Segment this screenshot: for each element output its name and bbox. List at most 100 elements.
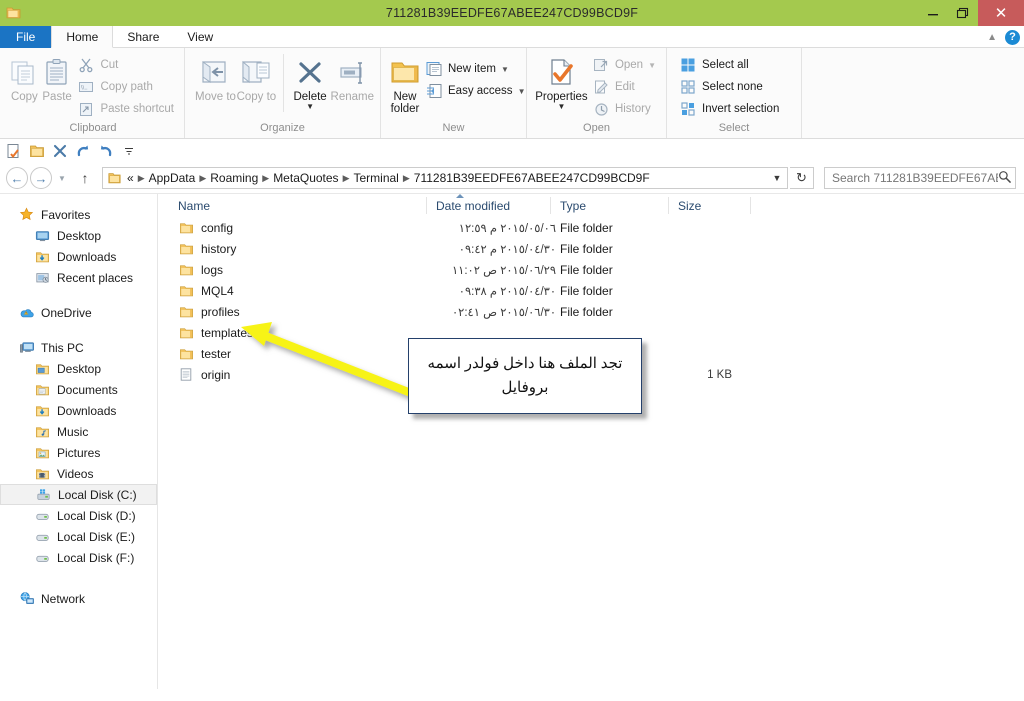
tab-share[interactable]: Share [113,26,173,48]
sidebar-item-music[interactable]: Music [0,421,157,442]
rename-button[interactable]: Rename [331,52,374,103]
column-header-type[interactable]: Type [560,199,586,213]
new-file-icon[interactable] [6,143,22,159]
new-item-icon [425,60,443,78]
cut-button[interactable]: Cut [73,54,178,76]
table-row[interactable]: logs ٢٠١٥/٠٦/٢٩ ص ١١:٠٢ File folder [158,259,1024,280]
customize-dropdown-icon[interactable] [121,143,137,159]
breadcrumb-overflow[interactable]: « [124,171,137,185]
chevron-down-icon[interactable]: ▼ [769,173,785,183]
up-button[interactable]: ↑ [74,170,96,186]
search-input[interactable]: Search 711281B39EEDFE67ABE… [832,171,998,185]
forward-button[interactable]: → [30,167,52,189]
table-row[interactable]: history ٢٠١٥/٠٤/٣٠ م ٠٩:٤٢ File folder [158,238,1024,259]
sidebar-label: Favorites [41,208,90,222]
sidebar-item-downloads-fav[interactable]: Downloads [0,246,157,267]
maximize-restore-button[interactable] [948,0,978,26]
sidebar-item-this-pc[interactable]: This PC [0,337,157,358]
undo-icon[interactable] [98,143,114,159]
sidebar-item-local-disk-f[interactable]: Local Disk (F:) [0,547,157,568]
breadcrumb-current[interactable]: 711281B39EEDFE67ABEE247CD99BCD9F [411,171,653,185]
edit-button[interactable]: Edit [588,76,660,98]
breadcrumb-metaquotes[interactable]: MetaQuotes [270,171,341,185]
easy-access-button[interactable]: Easy access ▼ [421,80,529,102]
table-row[interactable]: MQL4 ٢٠١٥/٠٤/٣٠ م ٠٩:٣٨ File folder [158,280,1024,301]
select-all-button[interactable]: Select all [675,54,783,76]
select-none-button[interactable]: Select none [675,76,783,98]
paste-shortcut-button[interactable]: Paste shortcut [73,98,178,120]
sidebar-item-local-disk-e[interactable]: Local Disk (E:) [0,526,157,547]
sidebar-item-local-disk-c[interactable]: Local Disk (C:) [0,484,157,505]
favorites-star-icon [18,207,35,223]
invert-selection-button[interactable]: Invert selection [675,98,783,120]
sidebar-item-videos[interactable]: Videos [0,463,157,484]
sidebar-item-favorites[interactable]: Favorites [0,204,157,225]
drive-icon [34,529,51,545]
table-row[interactable]: origin 1 KB [158,364,1024,385]
column-header-name[interactable]: Name [178,199,210,213]
sidebar-item-recent-places[interactable]: Recent places [0,267,157,288]
chevron-down-icon[interactable]: ▼ [558,103,566,110]
column-divider[interactable] [426,197,427,214]
sidebar-item-desktop-fav[interactable]: Desktop [0,225,157,246]
column-divider[interactable] [668,197,669,214]
tab-view[interactable]: View [173,26,227,48]
refresh-button[interactable]: ↻ [790,167,814,189]
properties-button[interactable]: Properties ▼ [535,52,588,110]
sidebar-item-onedrive[interactable]: OneDrive [0,302,157,323]
sidebar-item-documents[interactable]: Documents [0,379,157,400]
history-button[interactable]: History [588,98,660,120]
sidebar-item-network[interactable]: Network [0,588,157,609]
new-item-button[interactable]: New item ▼ [421,58,529,80]
chevron-down-icon[interactable]: ▼ [518,87,526,96]
sidebar-item-pictures[interactable]: Pictures [0,442,157,463]
copy-to-button[interactable]: Copy to [236,52,277,103]
table-row[interactable]: profiles ٢٠١٥/٠٦/٣٠ ص ٠٢:٤١ File folder [158,301,1024,322]
ribbon-group-clipboard: Copy Paste [2,48,185,138]
redo-icon[interactable] [75,143,91,159]
chevron-up-icon[interactable]: ▲ [987,32,997,43]
chevron-down-icon[interactable]: ▼ [306,103,314,110]
move-to-button[interactable]: Move to [195,52,236,103]
copy-path-button[interactable]: \\.. Copy path [73,76,178,98]
table-row[interactable]: config ٢٠١٥/٠٥/٠٦ م ١٢:٥٩ File folder [158,217,1024,238]
table-row[interactable]: templates [158,322,1024,343]
column-divider[interactable] [750,197,751,214]
help-icon[interactable]: ? [1005,30,1020,45]
chevron-down-icon[interactable]: ▼ [648,61,656,70]
delete-button[interactable]: Delete ▼ [290,52,331,110]
table-row[interactable]: tester [158,343,1024,364]
breadcrumb-appdata[interactable]: AppData [146,171,199,185]
sidebar-item-local-disk-d[interactable]: Local Disk (D:) [0,505,157,526]
breadcrumb-terminal[interactable]: Terminal [350,171,401,185]
copy-button[interactable]: Copy [8,52,41,103]
delete-x-icon[interactable] [52,143,68,159]
breadcrumb-roaming[interactable]: Roaming [207,171,261,185]
recent-locations-button[interactable]: ▼ [54,174,70,183]
sidebar-item-downloads-pc[interactable]: Downloads [0,400,157,421]
column-header-size[interactable]: Size [678,199,701,213]
easy-access-label: Easy access [448,85,513,97]
search-box[interactable]: Search 711281B39EEDFE67ABE… [824,167,1016,189]
sidebar-item-desktop-pc[interactable]: Desktop [0,358,157,379]
chevron-down-icon[interactable]: ▼ [501,65,509,74]
folder-icon[interactable] [29,143,45,159]
open-button[interactable]: Open ▼ [588,54,660,76]
ribbon-tabstrip: File Home Share View ▲ ? [0,26,1024,48]
tab-home[interactable]: Home [51,26,113,48]
new-folder-button[interactable]: New folder [389,52,421,115]
explorer-content: Favorites Desktop Downloads Recent place… [0,193,1024,689]
tab-file[interactable]: File [0,26,51,48]
sidebar-label: Pictures [57,446,100,460]
sidebar-label: Videos [57,467,93,481]
back-button[interactable]: ← [6,167,28,189]
close-button[interactable]: ✕ [978,0,1024,26]
column-divider[interactable] [550,197,551,214]
sidebar-label: Desktop [57,229,101,243]
breadcrumb-bar[interactable]: « ▶ AppData ▶ Roaming ▶ MetaQuotes ▶ Ter… [102,167,788,189]
search-icon[interactable] [998,170,1011,186]
column-header-date[interactable]: Date modified [436,199,510,213]
ribbon: Copy Paste [0,48,1024,139]
minimize-button[interactable] [918,0,948,26]
paste-button[interactable]: Paste [41,52,74,103]
